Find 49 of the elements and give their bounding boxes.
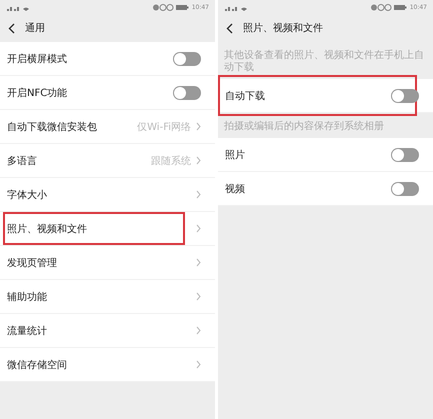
row-value: 跟随系统 [151, 154, 191, 168]
settings-row[interactable]: 开启横屏模式 [0, 42, 215, 76]
settings-row[interactable]: 开启NFC功能 [0, 76, 215, 110]
row-label: 多语言 [7, 154, 37, 168]
toggle-switch[interactable] [173, 52, 201, 66]
chevron-icon [196, 156, 201, 165]
toggle-switch[interactable] [391, 148, 419, 162]
row-value: 仅Wi-Fi网络 [137, 120, 191, 134]
settings-row[interactable]: 发现页管理 [0, 246, 215, 280]
status-icons [370, 4, 407, 10]
back-icon[interactable] [8, 22, 15, 34]
toggle-switch[interactable] [391, 88, 419, 102]
row-label: 视频 [225, 182, 245, 196]
settings-row[interactable]: 自动下载微信安装包 仅Wi-Fi网络 [0, 110, 215, 144]
settings-row[interactable]: 照片、视频和文件 [0, 212, 215, 246]
settings-row[interactable]: 微信存储空间 [0, 348, 215, 382]
chevron-icon [196, 224, 201, 233]
toggle-switch[interactable] [173, 86, 201, 100]
row-label: 微信存储空间 [7, 358, 67, 372]
chevron-icon [196, 190, 201, 199]
settings-row[interactable]: 字体大小 [0, 178, 215, 212]
settings-row[interactable]: 照片 [218, 138, 433, 172]
row-label: 流量统计 [7, 324, 47, 338]
row-label: 辅助功能 [7, 290, 47, 304]
screen-title: 照片、视频和文件 [243, 22, 323, 35]
row-label: 开启NFC功能 [7, 86, 68, 100]
settings-row[interactable]: 辅助功能 [0, 280, 215, 314]
chevron-icon [196, 292, 201, 301]
back-icon[interactable] [226, 22, 233, 34]
section-hint: 拍摄或编辑后的内容保存到系统相册 [223, 120, 385, 134]
settings-row[interactable]: 自动下载 [218, 79, 433, 113]
screen-title: 通用 [25, 22, 45, 35]
chevron-icon [196, 122, 201, 131]
row-label: 发现页管理 [7, 256, 57, 270]
section-hint: 其他设备查看的照片、视频和文件在手机上自动下载 [223, 48, 425, 75]
chevron-icon [196, 258, 201, 267]
toggle-switch[interactable] [391, 182, 419, 196]
row-label: 照片、视频和文件 [7, 222, 87, 236]
row-label: 照片 [225, 148, 245, 162]
status-icons [152, 4, 189, 10]
settings-row[interactable]: 视频 [218, 172, 433, 206]
row-label: 自动下载 [225, 90, 265, 102]
row-label: 开启横屏模式 [7, 52, 67, 66]
row-label: 字体大小 [7, 188, 47, 202]
settings-row[interactable]: 流量统计 [0, 314, 215, 348]
row-label: 自动下载微信安装包 [7, 120, 97, 134]
chevron-icon [196, 360, 201, 369]
chevron-icon [196, 326, 201, 335]
settings-row[interactable]: 多语言 跟随系统 [0, 144, 215, 178]
